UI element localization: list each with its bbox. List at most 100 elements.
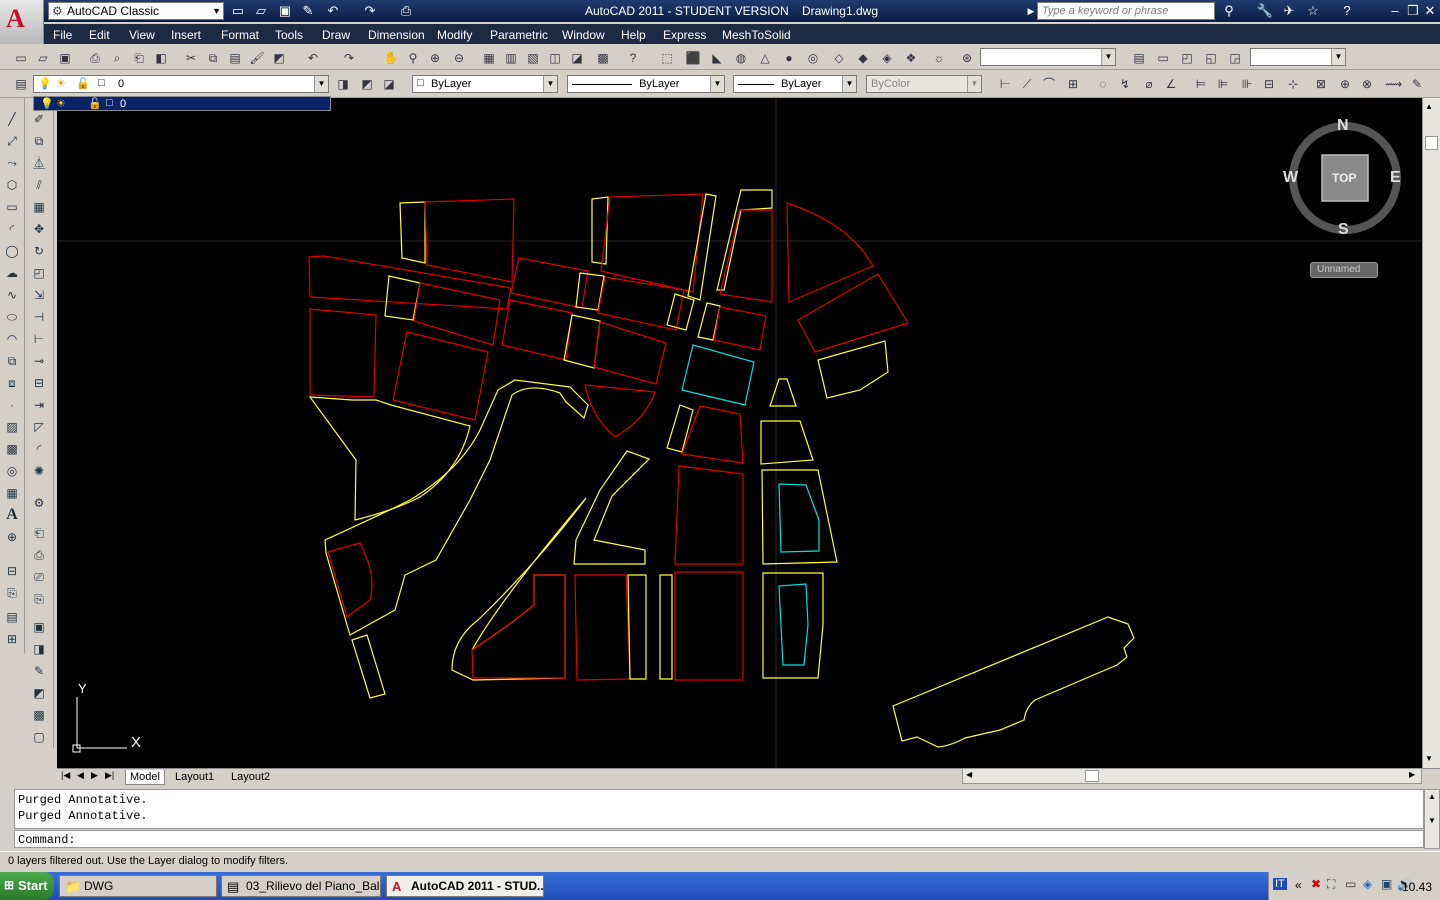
tab-layout2[interactable]: Layout2 <box>227 770 274 784</box>
continue-dim-icon[interactable]: ⊪ <box>1238 74 1256 92</box>
layer-dropdown-list[interactable]: 💡 ☀ 🔓 □ 0 <box>33 96 331 111</box>
image-frame-icon[interactable]: ▢ <box>30 728 48 746</box>
zoom-window-icon[interactable]: ⊕ <box>426 48 444 66</box>
chevron-left-icon[interactable]: « <box>1295 878 1302 892</box>
make-current-icon[interactable]: ◨ <box>334 74 352 92</box>
visual-style-wire-icon[interactable]: ◇ <box>830 48 848 66</box>
plot-icon[interactable]: ⎙ <box>86 48 104 66</box>
move-icon[interactable]: ✥ <box>30 220 48 238</box>
print-preview-icon[interactable]: ⎚ <box>30 568 48 586</box>
cylinder-icon[interactable]: ◍ <box>732 48 750 66</box>
start-button[interactable]: ⊞ Start <box>0 872 54 900</box>
break-icon[interactable]: ⊟ <box>30 374 48 392</box>
workspace-select[interactable]: ⚙ AutoCAD Classic ▼ <box>48 2 224 20</box>
rotate-icon[interactable]: ↻ <box>30 242 48 260</box>
wedge-icon[interactable]: ◣ <box>708 48 726 66</box>
center-mark-icon[interactable]: ⊕ <box>1336 74 1354 92</box>
construction-line-icon[interactable]: ⤢ <box>3 132 21 150</box>
menu-help[interactable]: Help <box>621 28 646 42</box>
menu-tools[interactable]: Tools <box>275 28 303 42</box>
last-tab-icon[interactable]: ▶| <box>105 770 114 781</box>
first-tab-icon[interactable]: |◀ <box>61 770 70 781</box>
ordinate-dim-icon[interactable]: ⊞ <box>1064 74 1082 92</box>
menu-view[interactable]: View <box>129 28 155 42</box>
rectangle-icon[interactable]: ▭ <box>3 198 21 216</box>
task-dwg[interactable]: 📁 DWG <box>59 875 217 897</box>
erase-icon[interactable]: ✐ <box>30 110 48 128</box>
dim-style-icon[interactable]: ◱ <box>1202 48 1220 66</box>
viewcube-west[interactable]: W <box>1283 169 1298 187</box>
menu-dimension[interactable]: Dimension <box>368 28 425 42</box>
multileader-style-icon[interactable]: ◲ <box>1226 48 1244 66</box>
measure-icon[interactable]: ⊟ <box>3 562 21 580</box>
image-transparency-icon[interactable]: ▩ <box>30 706 48 724</box>
offset-icon[interactable]: ⫽ <box>30 176 48 194</box>
horizontal-scrollbar[interactable]: ◀ ▶ <box>962 768 1422 784</box>
text-style-icon[interactable]: ◰ <box>1178 48 1196 66</box>
3d-print-icon[interactable]: ◧ <box>152 48 170 66</box>
scroll-up-icon[interactable]: ▲ <box>1428 792 1436 801</box>
insert-block-icon[interactable]: ⧉ <box>3 352 21 370</box>
gradient-icon[interactable]: ▩ <box>3 440 21 458</box>
command-line[interactable]: Command: <box>14 830 1424 848</box>
lineweight-control-dropdown[interactable]: ByLayer ▼ <box>733 75 857 93</box>
circle-icon[interactable]: ◯ <box>3 242 21 260</box>
break-at-point-icon[interactable]: ⊸ <box>30 352 48 370</box>
explode-icon[interactable]: ✺ <box>30 462 48 480</box>
image-adjust-icon[interactable]: ✎ <box>30 662 48 680</box>
help-icon[interactable]: ? <box>1338 3 1356 19</box>
sphere-icon[interactable]: ● <box>780 48 798 66</box>
layer-props-icon[interactable]: ▤ <box>3 608 21 626</box>
trim-icon[interactable]: ⊣ <box>30 308 48 326</box>
scroll-down-icon[interactable]: ▼ <box>1428 816 1436 825</box>
design-center-icon[interactable]: ▥ <box>502 48 520 66</box>
menu-express[interactable]: Express <box>663 28 706 42</box>
communication-icon[interactable]: ✈ <box>1280 3 1298 19</box>
polyline-icon[interactable]: ⤳ <box>3 154 21 172</box>
3d-view-icon[interactable]: ⬚ <box>658 48 676 66</box>
scroll-thumb[interactable] <box>1085 770 1099 782</box>
array-icon[interactable]: ▦ <box>30 198 48 216</box>
ellipse-icon[interactable]: ⬭ <box>3 308 21 326</box>
diameter-dim-icon[interactable]: ⌀ <box>1140 74 1158 92</box>
scroll-left-icon[interactable]: ◀ <box>966 770 972 779</box>
restore-icon[interactable]: ❐ <box>1404 3 1422 19</box>
drawing-canvas[interactable]: Y X N S E W TOP Unnamed <box>57 98 1422 768</box>
arc-icon[interactable]: ◜ <box>3 220 21 238</box>
next-tab-icon[interactable]: ▶ <box>91 770 98 781</box>
undo-icon[interactable]: ↶ <box>304 48 322 66</box>
table-style-icon[interactable]: ▭ <box>1154 48 1172 66</box>
security-icon[interactable]: ✖ <box>1311 877 1321 891</box>
undo-icon[interactable]: ↶ <box>325 3 341 19</box>
scroll-up-icon[interactable]: ▲ <box>1425 102 1433 111</box>
quick-dim-icon[interactable]: ⊨ <box>1192 74 1210 92</box>
aligned-dim-icon[interactable]: ⟋ <box>1018 74 1036 92</box>
visual-style-conceptual-icon[interactable]: ❖ <box>902 48 920 66</box>
menu-parametric[interactable]: Parametric <box>490 28 548 42</box>
zoom-previous-icon[interactable]: ⊖ <box>450 48 468 66</box>
properties-icon[interactable]: ▦ <box>480 48 498 66</box>
region-icon[interactable]: ◎ <box>3 462 21 480</box>
viewcube-south[interactable]: S <box>1338 221 1349 239</box>
torus-icon[interactable]: ◎ <box>804 48 822 66</box>
dim-space-icon[interactable]: ⊟ <box>1260 74 1278 92</box>
viewcube-north[interactable]: N <box>1337 117 1349 135</box>
viewcube-top-face[interactable]: TOP <box>1332 171 1356 185</box>
jogged-linear-icon[interactable]: ⟿ <box>1384 74 1402 92</box>
menu-window[interactable]: Window <box>562 28 605 42</box>
point-icon[interactable]: · <box>3 396 21 414</box>
tool-palettes-icon[interactable]: ▧ <box>524 48 542 66</box>
cone-icon[interactable]: △ <box>756 48 774 66</box>
dim-break-icon[interactable]: ⊹ <box>1284 74 1302 92</box>
open-file-icon[interactable]: ▱ <box>253 3 269 19</box>
application-menu-button[interactable]: A <box>0 0 44 44</box>
subscription-icon[interactable]: 🔧 <box>1256 3 1274 19</box>
dropbox-icon[interactable]: ◈ <box>1363 877 1372 891</box>
close-icon[interactable]: ✕ <box>1421 3 1439 19</box>
menu-format[interactable]: Format <box>221 28 259 42</box>
named-views-icon[interactable]: ⊛ <box>958 48 976 66</box>
attach-icon[interactable]: ⎘ <box>3 584 21 602</box>
minimize-icon[interactable]: – <box>1386 3 1404 19</box>
save-icon[interactable]: ▣ <box>56 48 74 66</box>
publish-icon[interactable]: ⎗ <box>130 48 148 66</box>
